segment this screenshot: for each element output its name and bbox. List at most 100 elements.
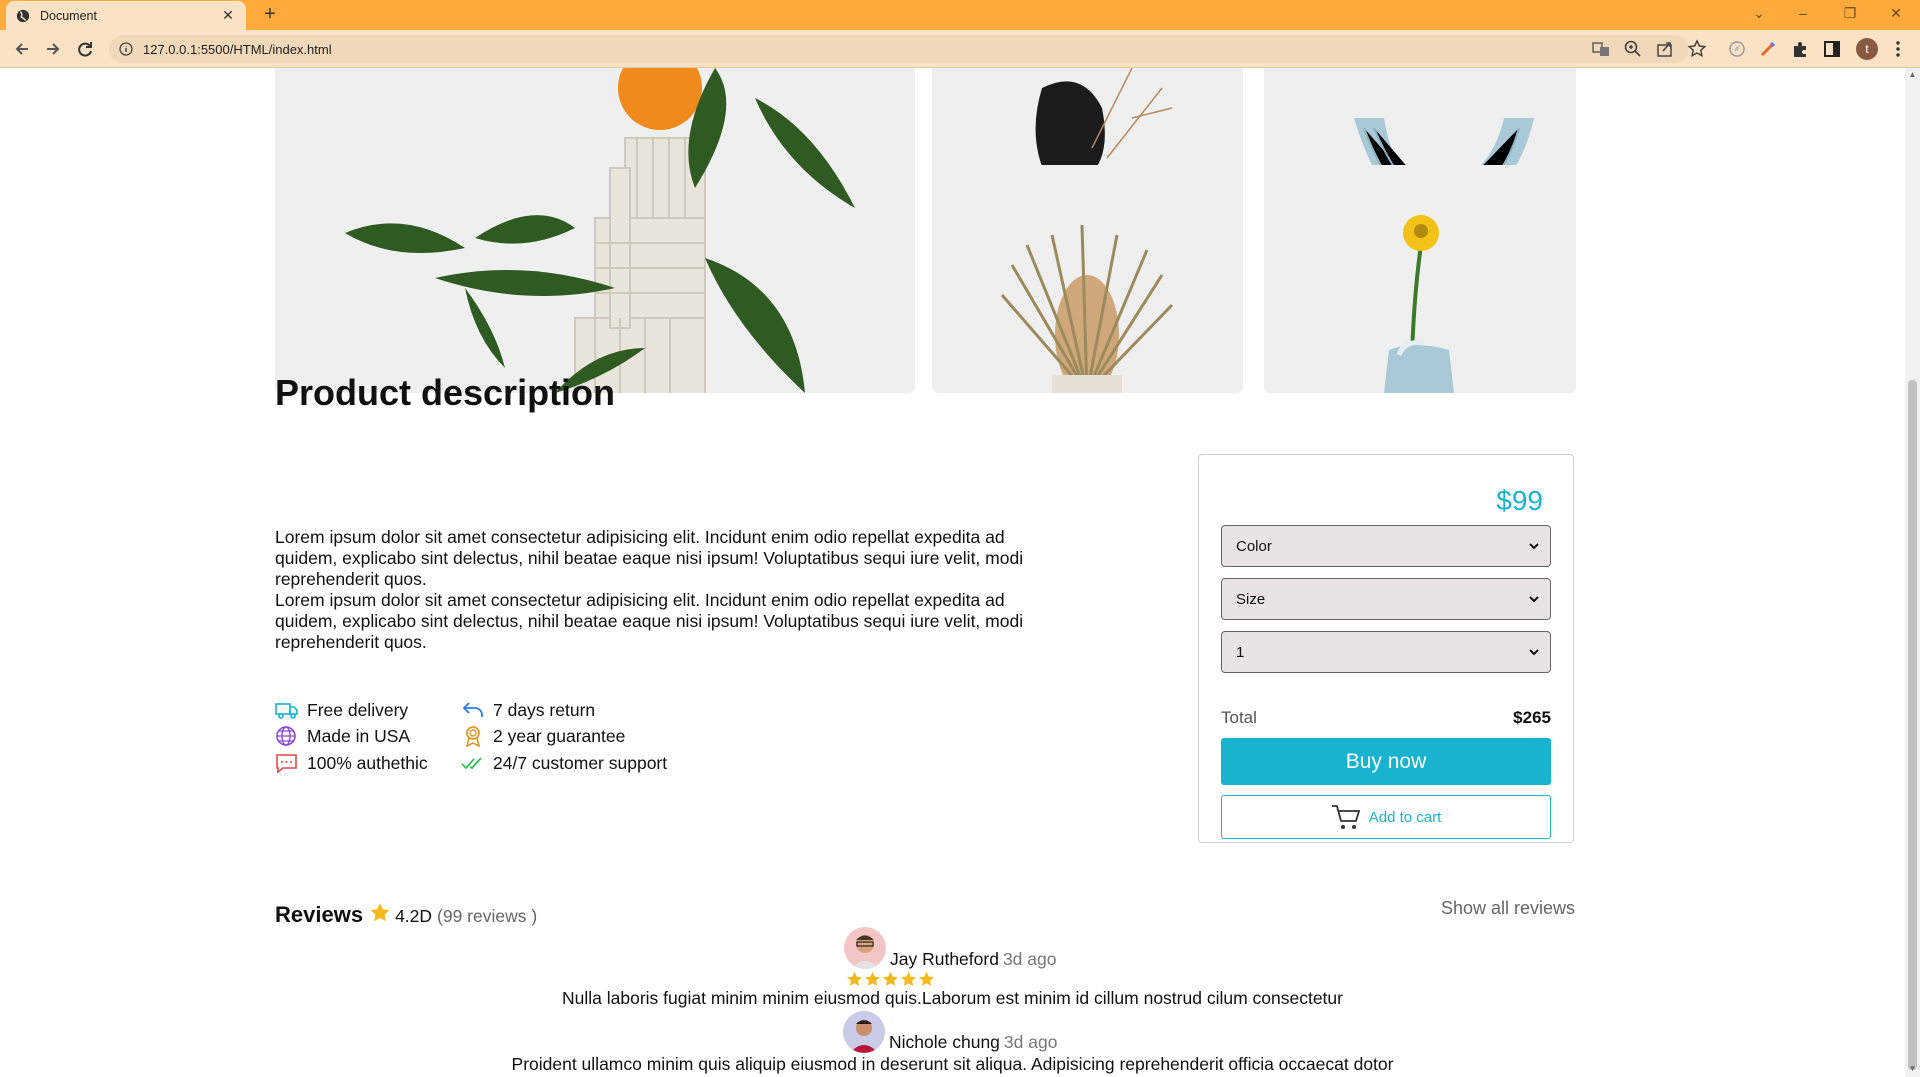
review-text: Nulla laboris fugiat minim minim eiusmod…	[562, 988, 1343, 1008]
star-icon	[919, 971, 934, 986]
size-select-value: Size	[1236, 590, 1266, 608]
bookmark-star-icon[interactable]	[1687, 39, 1707, 59]
tab-title: Document	[40, 8, 97, 23]
translate-icon[interactable]	[1591, 39, 1611, 59]
award-icon	[465, 726, 481, 747]
feature-customer-support: 24/7 customer support	[461, 752, 667, 774]
product-description-paragraph: Lorem ipsum dolor sit amet consectetur a…	[275, 527, 1024, 589]
restore-icon[interactable]: ❐	[1837, 2, 1863, 24]
page-viewport: Product description Lorem ipsum dolor si…	[0, 68, 1905, 1077]
profile-avatar[interactable]: t	[1856, 38, 1878, 60]
forward-arrow-icon[interactable]	[42, 38, 64, 60]
review-author-name: Jay Rutheford	[890, 949, 999, 969]
chevron-down-icon	[1529, 596, 1539, 603]
avatar	[844, 927, 886, 969]
browser-toolbar: 127.0.0.1:5500/HTML/index.html t	[0, 30, 1920, 68]
browser-tab-strip: Document ✕ + ⌄ – ❐ ✕	[0, 0, 1920, 30]
truck-icon	[275, 703, 298, 719]
main-product-image[interactable]	[275, 68, 915, 393]
feature-label: Made in USA	[307, 725, 411, 746]
color-select[interactable]: Color	[1221, 525, 1551, 567]
shopping-cart-icon	[1331, 805, 1360, 829]
address-bar[interactable]: 127.0.0.1:5500/HTML/index.html	[109, 35, 1689, 63]
show-all-reviews-link[interactable]: Show all reviews	[1441, 898, 1575, 919]
feature-label: 24/7 customer support	[493, 752, 668, 773]
feature-guarantee: 2 year guarantee	[461, 725, 625, 747]
back-arrow-icon[interactable]	[11, 38, 33, 60]
review-time: 3d ago	[1002, 949, 1057, 969]
size-select[interactable]: Size	[1221, 578, 1551, 620]
product-description-title: Product description	[275, 372, 616, 413]
star-icon	[901, 971, 916, 986]
gallery-image-yellow-flower[interactable]	[1264, 165, 1576, 393]
total-label: Total	[1221, 708, 1257, 727]
extension-compass-icon[interactable]	[1727, 39, 1747, 59]
scrollbar-thumb[interactable]	[1908, 380, 1917, 1070]
reviewer-avatar-image	[844, 927, 886, 969]
total-value: $265	[1513, 708, 1551, 727]
zoom-icon[interactable]	[1623, 39, 1643, 59]
globe-icon	[276, 726, 296, 746]
quantity-select-value: 1	[1236, 643, 1245, 661]
new-tab-button[interactable]: +	[259, 3, 281, 25]
feature-label: 2 year guarantee	[493, 725, 626, 746]
feature-label: 100% authethic	[307, 752, 428, 773]
feature-made-in-usa: Made in USA	[275, 725, 410, 747]
review-author-name: Nichole chung	[889, 1032, 1000, 1052]
review-text: Proident ullamco minim quis aliquip eius…	[511, 1054, 1394, 1074]
share-icon[interactable]	[1655, 39, 1675, 59]
quantity-select[interactable]: 1	[1221, 631, 1551, 673]
feature-return-policy: 7 days return	[461, 699, 595, 721]
chevron-down-icon	[1529, 543, 1539, 550]
scroll-up-arrow-icon[interactable]: ▲	[1908, 70, 1917, 79]
product-description-paragraph: Lorem ipsum dolor sit amet consectetur a…	[275, 590, 1024, 652]
avatar	[843, 1011, 885, 1053]
chat-icon	[276, 754, 297, 774]
tab-search-chevron-icon[interactable]: ⌄	[1746, 2, 1772, 24]
feature-authentic: 100% authethic	[275, 752, 428, 774]
reviews-header: Reviews 4.2D (99 reviews )	[275, 900, 537, 928]
review-time: 3d ago	[1003, 1032, 1058, 1052]
reload-icon[interactable]	[74, 38, 96, 60]
color-select-value: Color	[1236, 537, 1272, 555]
feature-free-delivery: Free delivery	[275, 699, 408, 721]
rating-star-icon	[370, 903, 390, 922]
buy-now-button[interactable]: Buy now	[1221, 738, 1551, 785]
reviews-title: Reviews	[275, 902, 364, 927]
feature-label: Free delivery	[307, 699, 409, 720]
globe-favicon-icon	[16, 9, 30, 22]
star-icon	[883, 971, 898, 986]
menu-kebab-icon[interactable]	[1888, 39, 1908, 59]
review-author: Jay Rutheford 3d ago	[890, 949, 1056, 970]
average-rating: 4.2D	[395, 906, 433, 926]
close-tab-icon[interactable]: ✕	[220, 7, 236, 24]
add-to-cart-button[interactable]: Add to cart	[1221, 795, 1551, 839]
reviewer-avatar-image	[843, 1011, 885, 1053]
scroll-down-arrow-icon[interactable]: ▼	[1908, 1064, 1917, 1073]
review-author: Nichole chung 3d ago	[889, 1032, 1057, 1053]
product-price: $99	[1496, 485, 1543, 516]
site-info-icon[interactable]	[119, 42, 133, 56]
minimize-icon[interactable]: –	[1790, 2, 1816, 24]
purchase-panel: $99 Color Size 1 Total $265 Buy now Add …	[1198, 454, 1574, 843]
close-window-icon[interactable]: ✕	[1883, 2, 1909, 24]
page-scrollbar[interactable]: ▲ ▼	[1905, 68, 1920, 1077]
review-count: (99 reviews )	[437, 906, 538, 926]
chevron-down-icon	[1529, 649, 1539, 656]
add-to-cart-label: Add to cart	[1368, 808, 1442, 826]
review-stars	[846, 971, 936, 988]
gallery-image-dried-banksia[interactable]	[932, 165, 1243, 393]
yellow-flower-illustration	[1264, 165, 1576, 393]
double-check-icon	[461, 757, 482, 770]
url-text: 127.0.0.1:5500/HTML/index.html	[143, 41, 332, 57]
browser-tab[interactable]: Document ✕	[6, 1, 246, 30]
dried-banksia-illustration	[932, 165, 1243, 393]
side-panel-icon[interactable]	[1822, 39, 1842, 59]
extensions-puzzle-icon[interactable]	[1790, 39, 1810, 59]
return-arrow-icon	[462, 702, 483, 717]
ceramic-tower-orange-illustration	[275, 68, 915, 393]
extension-pen-icon[interactable]	[1758, 39, 1778, 59]
star-icon	[847, 971, 862, 986]
feature-label: 7 days return	[493, 699, 596, 720]
star-icon	[865, 971, 880, 986]
